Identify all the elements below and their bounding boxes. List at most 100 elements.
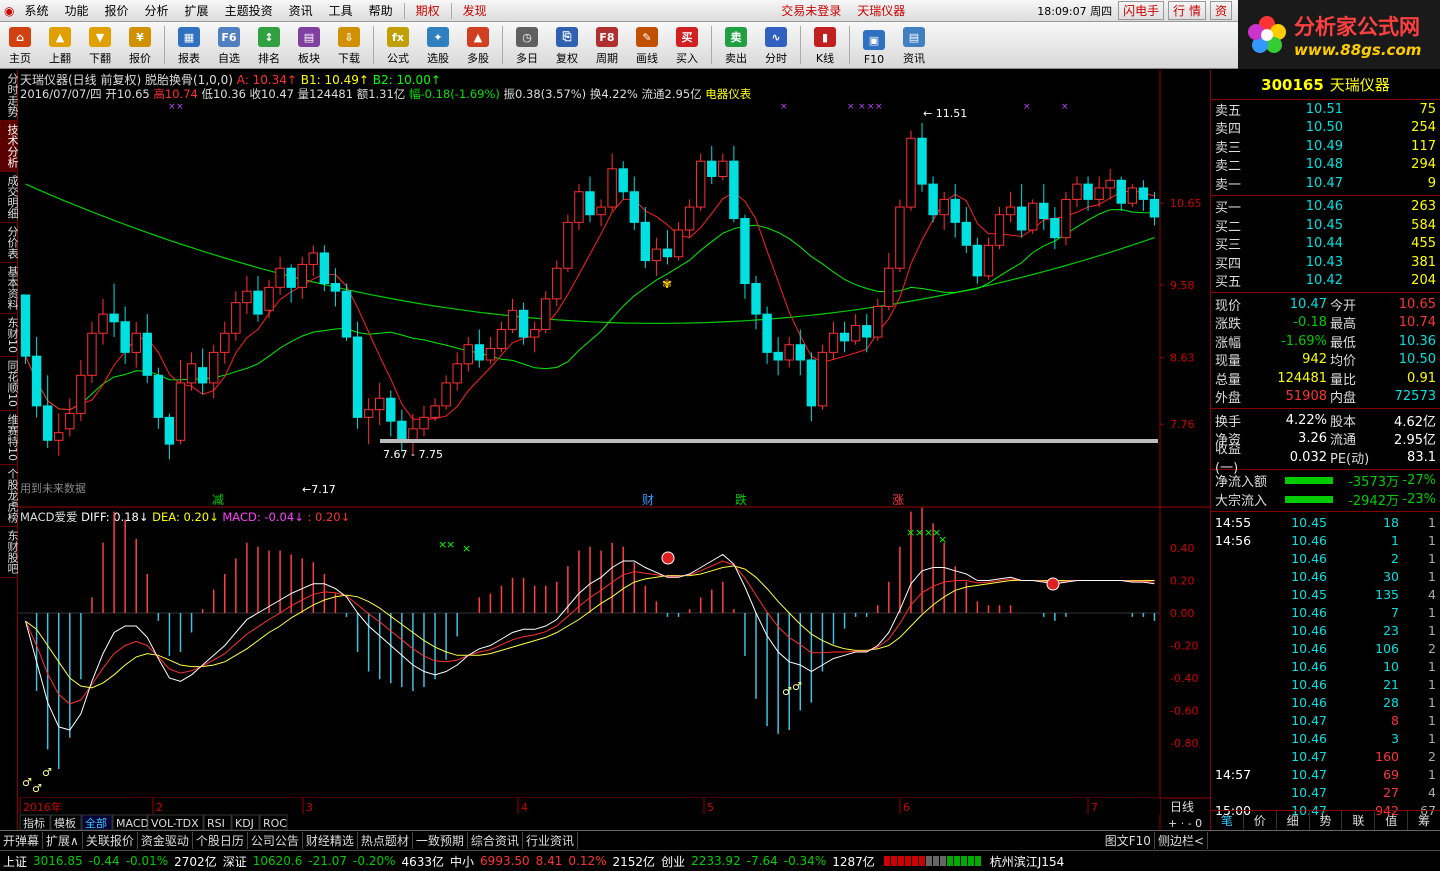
toolbar-restore-button[interactable]: ⎘ 复权: [547, 23, 587, 68]
status-cy_p: -0.34%: [783, 854, 827, 868]
bottom-tab-6[interactable]: 财经精选: [303, 832, 358, 849]
bottom-tab-0[interactable]: 开弹幕: [0, 832, 44, 849]
tick-price: 10.46: [1291, 605, 1327, 620]
toolbar-arrow-down-button[interactable]: ▼ 下翻: [80, 23, 120, 68]
side-tab-5[interactable]: 东财10: [0, 314, 19, 357]
stat-value: 4.62亿: [1394, 414, 1436, 430]
event-mark[interactable]: 财: [642, 493, 654, 507]
stat-value: 942: [1302, 352, 1327, 368]
toolbar-report-button[interactable]: ▦ 报表: [169, 23, 209, 68]
quote-tab-0[interactable]: 笔: [1211, 811, 1244, 830]
chart-area[interactable]: 天瑞仪器(日线 前复权) 脱胎换骨(1,0,0) A: 10.34↑ B1: 1…: [18, 70, 1210, 831]
toolbar-formula-button[interactable]: fx 公式: [378, 23, 418, 68]
formula-icon: fx: [387, 27, 409, 47]
bottom-tab-9[interactable]: 综合资讯: [468, 832, 523, 849]
menu-analysis[interactable]: 分析: [137, 2, 177, 19]
status-sz_c: -21.07: [308, 854, 348, 868]
breadth-cell: [974, 856, 981, 866]
side-tab-3[interactable]: 分价表: [0, 223, 19, 263]
menu-discover[interactable]: 发现: [455, 2, 495, 19]
bottom-tab-3[interactable]: 资金驱动: [138, 832, 193, 849]
menu-news[interactable]: 资讯: [281, 2, 321, 19]
order-price: 10.43: [1305, 254, 1343, 270]
bottom-right-tab-0[interactable]: 图文F10: [1102, 832, 1155, 849]
toolbar-sell-button[interactable]: 卖卖出: [716, 23, 756, 68]
event-mark[interactable]: 减: [212, 493, 224, 507]
quote-tab-1[interactable]: 价: [1244, 811, 1277, 830]
side-tab-2[interactable]: 成交明细: [0, 172, 19, 223]
toolbar-home-button[interactable]: ⌂ 主页: [0, 23, 40, 68]
status-sh: 上证: [3, 854, 28, 869]
tick-price: 10.47: [1291, 749, 1327, 764]
toolbar-label: 买入: [676, 52, 698, 65]
tick-price: 10.46: [1291, 569, 1327, 584]
stock-name: 天瑞仪器: [1329, 76, 1390, 94]
stat-label: 换手: [1215, 414, 1242, 430]
bottom-tab-5[interactable]: 公司公告: [248, 832, 303, 849]
bottom-tab-8[interactable]: 一致预期: [413, 832, 468, 849]
login-status[interactable]: 交易未登录: [773, 2, 849, 19]
toolbar-sector-button[interactable]: ▤ 板块: [289, 23, 329, 68]
order-level-label: 卖四: [1215, 122, 1242, 138]
toolbar-pick-button[interactable]: ✦ 选股: [418, 23, 458, 68]
toolbar-news-button[interactable]: ▤ 资讯: [894, 23, 934, 68]
stat-value: 10.50: [1398, 352, 1436, 368]
side-tab-4[interactable]: 基本资料: [0, 263, 19, 314]
toolbar-f10-button[interactable]: ▣ F10: [854, 23, 894, 68]
quote-tab-6[interactable]: 筹: [1408, 811, 1440, 830]
toolbar-multi-button[interactable]: ▲ 多股: [458, 23, 498, 68]
bottom-tab-4[interactable]: 个股日历: [193, 832, 248, 849]
tick-volume: 2: [1391, 551, 1399, 566]
toolbar-clock-button[interactable]: ◷ 多日: [507, 23, 547, 68]
toolbar-download-button[interactable]: ⇩ 下载: [329, 23, 369, 68]
menu-function[interactable]: 功能: [57, 2, 97, 19]
menu-extend[interactable]: 扩展: [177, 2, 217, 19]
menu-quote[interactable]: 报价: [97, 2, 137, 19]
side-tab-7[interactable]: 维赛特10: [0, 411, 19, 465]
side-tab-1[interactable]: 技术分析: [0, 121, 19, 172]
bottom-right-tab-1[interactable]: 侧边栏<: [1155, 832, 1208, 849]
toolbar-f6-button[interactable]: F6 自选: [209, 23, 249, 68]
bottom-tab-10[interactable]: 行业资讯: [523, 832, 578, 849]
quote-tab-2[interactable]: 细: [1277, 811, 1310, 830]
system-menu-icon[interactable]: ◉: [0, 4, 16, 18]
toolbar-intraday-button[interactable]: ∿ 分时: [756, 23, 796, 68]
toolbar-arrow-up-button[interactable]: ▲ 上翻: [40, 23, 80, 68]
event-mark[interactable]: 涨: [892, 492, 904, 507]
flow-label: 净流入额: [1215, 475, 1268, 491]
toolbar-buy-button[interactable]: 买买入: [667, 23, 707, 68]
side-tab-8[interactable]: 个股龙虎榜: [0, 465, 19, 527]
menu-system[interactable]: 系统: [16, 2, 56, 19]
menu-help[interactable]: 帮助: [361, 2, 401, 19]
side-tab-6[interactable]: 同花顺10: [0, 357, 19, 411]
toolbar-label: 复权: [556, 52, 578, 65]
bottom-tab-7[interactable]: 热点题材: [358, 832, 413, 849]
order-book-row: 卖二 10.48 294: [1211, 156, 1440, 174]
tick-price: 10.46: [1291, 677, 1327, 692]
menu-options[interactable]: 期权: [408, 2, 448, 19]
toolbar-price-button[interactable]: ¥ 报价: [120, 23, 160, 68]
side-tab-9[interactable]: 东财股吧: [0, 527, 19, 578]
quote-tab-5[interactable]: 值: [1375, 811, 1409, 830]
flash-trade-button[interactable]: 闪电手: [1118, 1, 1165, 20]
menu-tools[interactable]: 工具: [321, 2, 361, 19]
toolbar-rank-button[interactable]: ↕ 排名: [249, 23, 289, 68]
bottom-tab-1[interactable]: 扩展∧: [43, 832, 83, 849]
toolbar-f8-button[interactable]: F8 周期: [587, 23, 627, 68]
side-tab-0[interactable]: 分时走势: [0, 70, 19, 121]
order-price: 10.49: [1305, 138, 1343, 154]
kline-chart[interactable]: 天瑞仪器(日线 前复权) 脱胎换骨(1,0,0) A: 10.34↑ B1: 1…: [18, 70, 1210, 831]
quote-tab-4[interactable]: 联: [1342, 811, 1376, 830]
quote-tab-3[interactable]: 势: [1310, 811, 1343, 830]
period-label[interactable]: 日线: [1170, 800, 1194, 814]
asset-button[interactable]: 资: [1209, 1, 1232, 20]
green-x-marker: ×: [938, 533, 947, 546]
market-button[interactable]: 行 情: [1168, 1, 1206, 20]
toolbar-kline-button[interactable]: ▮ K线: [805, 23, 845, 68]
toolbar-draw-button[interactable]: ✎ 画线: [627, 23, 667, 68]
event-mark[interactable]: 跌: [735, 492, 747, 507]
bottom-tab-2[interactable]: 关联报价: [83, 832, 138, 849]
tick-price: 10.47: [1291, 767, 1327, 782]
zoom-controls[interactable]: + · - 0: [1168, 817, 1202, 830]
menu-theme[interactable]: 主题投资: [217, 2, 281, 19]
